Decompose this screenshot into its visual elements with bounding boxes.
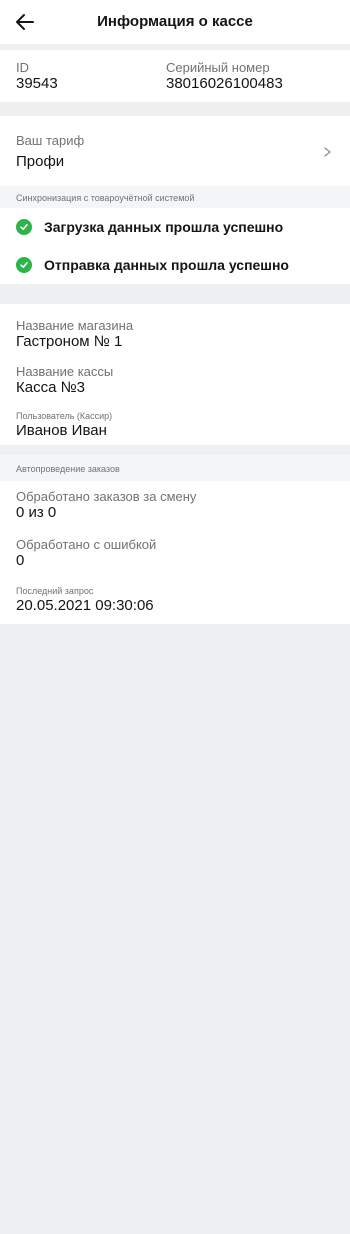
app-header: Информация о кассе <box>0 0 350 44</box>
errors-label: Обработано с ошибкой <box>16 537 157 552</box>
sync-status-upload: Отправка данных прошла успешно <box>0 246 350 284</box>
sync-section-label: Синхронизация с товароучётной системой <box>16 193 195 203</box>
tariff-value: Профи <box>16 153 65 170</box>
store-name-label: Название магазина <box>16 318 134 333</box>
page-title: Информация о кассе <box>97 13 253 30</box>
processed-orders-field: Обработано заказов за смену 0 из 0 <box>16 489 334 521</box>
orders-section-header: Автопроведение заказов <box>0 455 350 481</box>
tariff-row[interactable]: Ваш тариф Профи <box>0 116 350 186</box>
store-name-value: Гастроном № 1 <box>16 333 123 350</box>
id-label: ID <box>16 60 29 75</box>
sync-status-download-text: Загрузка данных прошла успешно <box>44 219 284 235</box>
errors-field: Обработано с ошибкой 0 <box>16 537 334 569</box>
serial-number-value: 38016026100483 <box>166 75 283 92</box>
last-request-label: Последний запрос <box>16 586 94 596</box>
processed-orders-label: Обработано заказов за смену <box>16 489 197 504</box>
sync-status-download: Загрузка данных прошла успешно <box>0 208 350 246</box>
processed-orders-value: 0 из 0 <box>16 504 57 521</box>
register-name-field: Название кассы Касса №3 <box>16 364 334 396</box>
id-serial-row: ID 39543 Серийный номер 38016026100483 <box>0 50 350 102</box>
id-value: 39543 <box>16 75 58 92</box>
last-request-field: Последний запрос 20.05.2021 09:30:06 <box>16 585 334 614</box>
store-info-section: Название магазина Гастроном № 1 Название… <box>0 304 350 445</box>
tariff-label: Ваш тариф <box>16 133 85 148</box>
serial-number-label: Серийный номер <box>166 60 270 75</box>
orders-section-label: Автопроведение заказов <box>16 464 120 474</box>
sync-status-upload-text: Отправка данных прошла успешно <box>44 257 289 273</box>
user-field: Пользователь (Кассир) Иванов Иван <box>16 410 334 445</box>
last-request-value: 20.05.2021 09:30:06 <box>16 597 154 614</box>
chevron-right-icon <box>324 146 331 157</box>
check-circle-icon <box>16 257 32 273</box>
user-label: Пользователь (Кассир) <box>16 411 113 421</box>
check-circle-icon <box>16 219 32 235</box>
sync-section-header: Синхронизация с товароучётной системой <box>0 186 350 208</box>
bottom-spacer <box>0 624 350 1234</box>
errors-value: 0 <box>16 552 25 569</box>
user-value: Иванов Иван <box>16 422 107 439</box>
store-name-field: Название магазина Гастроном № 1 <box>16 318 334 350</box>
register-name-label: Название кассы <box>16 364 114 379</box>
orders-section: Обработано заказов за смену 0 из 0 Обраб… <box>0 481 350 624</box>
register-name-value: Касса №3 <box>16 379 86 396</box>
